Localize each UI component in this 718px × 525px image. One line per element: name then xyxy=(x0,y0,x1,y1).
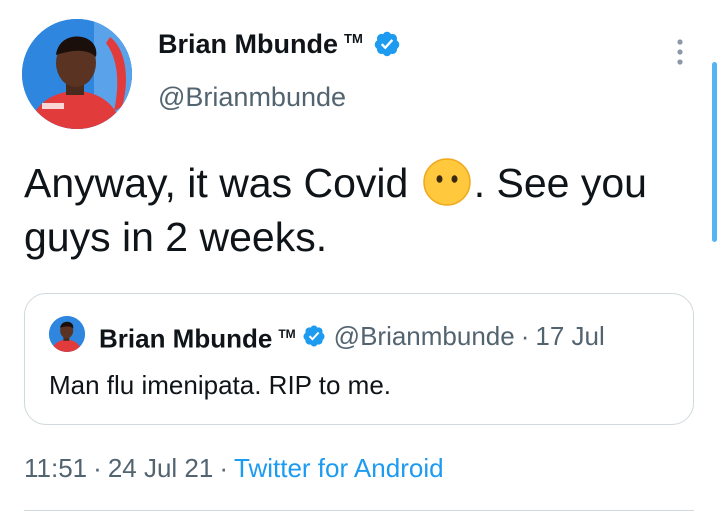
trademark-mark: TM xyxy=(278,327,296,341)
tweet-text-start: Anyway, it was Covid xyxy=(24,160,420,206)
dot-separator: · xyxy=(219,453,229,483)
more-options-icon[interactable] xyxy=(672,36,688,68)
dot-separator: · xyxy=(520,321,530,352)
verified-badge-icon xyxy=(303,325,325,347)
tweet-date[interactable]: 24 Jul 21 xyxy=(108,453,214,483)
author-avatar[interactable] xyxy=(22,19,132,129)
quoted-author-avatar xyxy=(49,316,85,352)
trademark-mark: TM xyxy=(344,30,363,46)
avatar-photo xyxy=(22,19,132,129)
divider xyxy=(24,510,694,511)
quoted-tweet-card[interactable]: Brian Mbunde TM @Brianmbunde · 17 Jul Man… xyxy=(24,293,694,425)
dot-separator: · xyxy=(93,453,102,483)
tweet-text: Anyway, it was Covid . See you guys in 2… xyxy=(24,156,694,264)
tweet-time: 11:51 xyxy=(24,453,88,483)
avatar-photo xyxy=(49,316,85,352)
quoted-tweet-date: 17 Jul xyxy=(535,321,605,352)
verified-badge-icon xyxy=(374,31,400,57)
author-name-row[interactable]: Brian Mbunde TM xyxy=(158,30,401,58)
author-display-name[interactable]: Brian Mbunde TM xyxy=(158,30,363,58)
quoted-author-handle: @Brianmbunde xyxy=(333,321,515,352)
scrollbar[interactable] xyxy=(712,62,717,242)
tweet-source-link[interactable]: Twitter for Android xyxy=(234,453,444,483)
face-without-mouth-emoji-icon xyxy=(422,158,471,206)
quoted-tweet-text: Man flu imenipata. RIP to me. xyxy=(49,370,392,400)
quoted-tweet-header: Brian Mbunde TM @Brianmbunde · 17 Jul xyxy=(99,318,605,355)
quoted-author-display-name: Brian Mbunde TM xyxy=(99,323,296,354)
tweet-metadata: 11:51 · 24 Jul 21 · Twitter for Android xyxy=(24,452,444,484)
author-handle[interactable]: @Brianmbunde xyxy=(158,82,346,113)
